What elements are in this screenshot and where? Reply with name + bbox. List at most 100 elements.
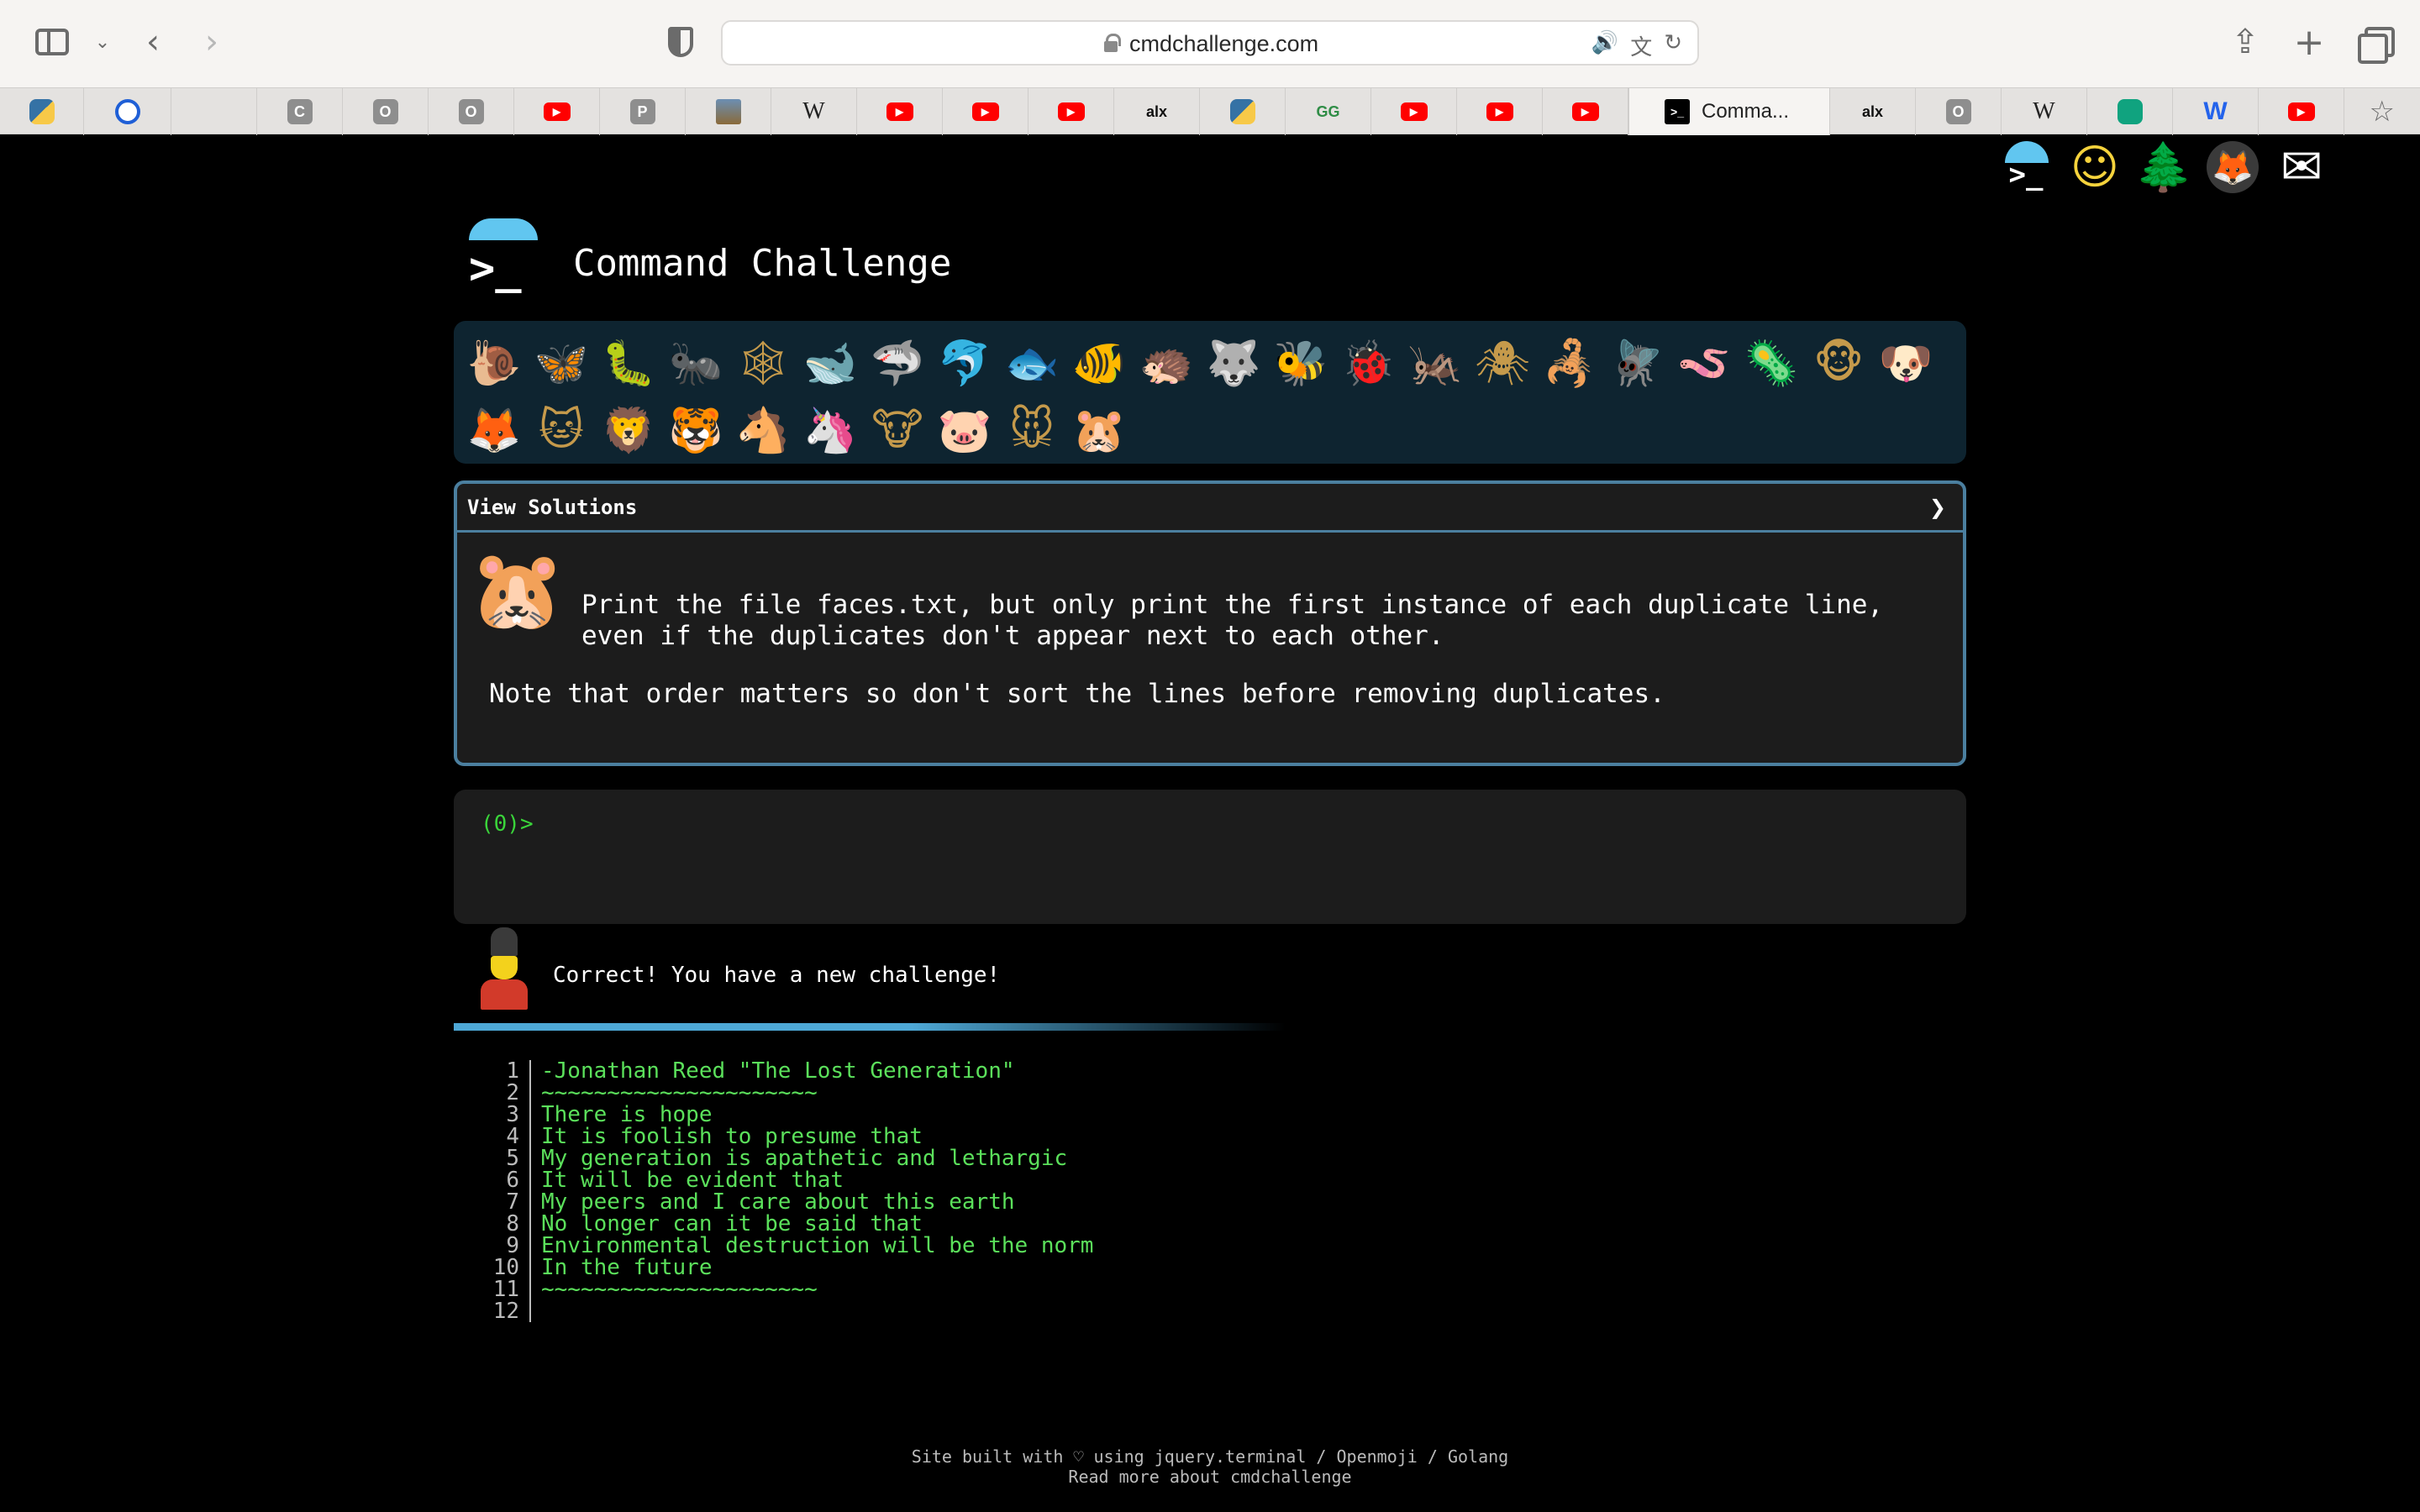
cricket-icon[interactable]: 🦗: [1402, 329, 1469, 396]
sidebar-toggle-icon[interactable]: [29, 18, 76, 66]
logo-icon[interactable]: >_: [464, 218, 538, 294]
stackoverflow-icon: [202, 99, 227, 124]
line-number: 3: [484, 1104, 531, 1126]
tab-active[interactable]: >_ Comma...: [1628, 88, 1830, 135]
browser-tab[interactable]: alx: [1830, 88, 1916, 135]
browser-tab[interactable]: ▶: [514, 88, 600, 135]
butterfly-icon[interactable]: 🦋: [528, 329, 595, 396]
guard-icon: [471, 927, 538, 1011]
share-icon[interactable]: ⇪: [2222, 18, 2269, 66]
terminal-icon[interactable]: >_: [2000, 141, 2052, 193]
tiger-icon[interactable]: 🐯: [662, 396, 729, 464]
line-text: ~~~~~~~~~~~~~~~~~~~~~: [541, 1277, 818, 1302]
browser-tab[interactable]: O: [1916, 88, 2002, 135]
mail-icon[interactable]: ✉: [2275, 138, 2328, 197]
output-line: 1 -Jonathan Reed "The Lost Generation": [484, 1060, 1093, 1082]
browser-tab[interactable]: W: [771, 88, 857, 135]
browser-tab[interactable]: [171, 88, 257, 135]
wikipedia-icon: W: [802, 98, 825, 124]
tropical-fish-icon[interactable]: 🐠: [1065, 329, 1133, 396]
unicorn-icon[interactable]: 🦄: [797, 396, 864, 464]
browser-tab[interactable]: W: [2173, 88, 2259, 135]
hamster-icon: 🐹: [469, 545, 566, 635]
bee-icon[interactable]: 🐝: [1267, 329, 1334, 396]
tree-icon[interactable]: 🌲: [2134, 140, 2193, 195]
address-bar[interactable]: cmdchallenge.com 🔊 文 ↻: [721, 20, 1699, 66]
browser-tab[interactable]: [84, 88, 171, 135]
microbe-icon[interactable]: 🦠: [1738, 329, 1805, 396]
mouse-icon[interactable]: 🐭: [998, 396, 1065, 464]
forward-icon[interactable]: ›: [188, 18, 235, 66]
python-icon: [1229, 99, 1255, 124]
scorpion-icon[interactable]: 🦂: [1536, 329, 1603, 396]
shark-icon[interactable]: 🦈: [864, 329, 931, 396]
browser-tab[interactable]: ▶: [1028, 88, 1114, 135]
hedgehog-icon[interactable]: 🦔: [1133, 329, 1200, 396]
line-text: There is hope: [541, 1102, 713, 1127]
browser-tab[interactable]: GG: [1286, 88, 1371, 135]
view-solutions-toggle[interactable]: View Solutions ❯: [457, 484, 1963, 533]
horse-icon[interactable]: 🐴: [729, 396, 797, 464]
line-text: No longer can it be said that: [541, 1211, 923, 1236]
browser-tab[interactable]: [0, 88, 84, 135]
snail-icon[interactable]: 🐌: [460, 329, 528, 396]
translate-icon[interactable]: 文: [1630, 30, 1652, 61]
line-number: 4: [484, 1126, 531, 1147]
output-line: 2 ~~~~~~~~~~~~~~~~~~~~~: [484, 1082, 1093, 1104]
spider-web-icon[interactable]: 🕸: [729, 329, 797, 396]
browser-tab[interactable]: P: [600, 88, 686, 135]
c-icon: C: [287, 99, 313, 124]
output-line: 3 There is hope: [484, 1104, 1093, 1126]
fox-icon[interactable]: 🦊: [460, 396, 528, 464]
browser-tab[interactable]: ▶: [1457, 88, 1543, 135]
wolf-icon[interactable]: 🐺: [1200, 329, 1267, 396]
line-number: 6: [484, 1169, 531, 1191]
ant-icon[interactable]: 🐜: [662, 329, 729, 396]
browser-tab[interactable]: C: [257, 88, 343, 135]
new-tab-icon[interactable]: +: [2286, 18, 2333, 66]
privacy-shield-icon[interactable]: [657, 18, 704, 66]
tab-overview-icon[interactable]: [2349, 18, 2396, 66]
reload-icon[interactable]: ↻: [1664, 30, 1682, 61]
youtube-icon: ▶: [2287, 102, 2315, 121]
back-icon[interactable]: ‹: [129, 18, 176, 66]
dog-icon[interactable]: 🐶: [1872, 329, 1939, 396]
face-hand-icon[interactable]: ☺: [2069, 140, 2121, 195]
browser-tab[interactable]: ▶: [1543, 88, 1628, 135]
terminal-input[interactable]: (0)>: [454, 790, 1966, 924]
speaker-icon[interactable]: 🔊: [1591, 30, 1618, 61]
lion-icon[interactable]: 🦁: [595, 396, 662, 464]
output-line: 7 My peers and I care about this earth: [484, 1191, 1093, 1213]
monkey-icon[interactable]: 🐵: [1805, 329, 1872, 396]
fly-icon[interactable]: 🪰: [1603, 329, 1670, 396]
bug-icon[interactable]: 🐛: [595, 329, 662, 396]
chevron-down-icon[interactable]: ⌄: [79, 18, 126, 66]
hamster-icon[interactable]: 🐹: [1065, 396, 1133, 464]
read-more-link[interactable]: Read more about cmdchallenge: [1068, 1467, 1351, 1487]
spider-icon[interactable]: 🕷: [1469, 329, 1536, 396]
browser-tab[interactable]: W: [2002, 88, 2087, 135]
browser-tab[interactable]: ▶: [1371, 88, 1457, 135]
cow-icon[interactable]: 🐮: [864, 396, 931, 464]
browser-tab[interactable]: O: [343, 88, 429, 135]
worm-icon[interactable]: 🪱: [1670, 329, 1738, 396]
url-text[interactable]: cmdchallenge.com: [1129, 31, 1318, 57]
browser-tab[interactable]: [2087, 88, 2173, 135]
ladybug-icon[interactable]: 🐞: [1334, 329, 1402, 396]
dolphin-icon[interactable]: 🐬: [931, 329, 998, 396]
browser-tab[interactable]: O: [429, 88, 514, 135]
chevron-right-icon[interactable]: ❯: [1929, 496, 1946, 519]
browser-tab[interactable]: alx: [1114, 88, 1200, 135]
fish-icon[interactable]: 🐟: [998, 329, 1065, 396]
whale-icon[interactable]: 🐋: [797, 329, 864, 396]
browser-tab[interactable]: [686, 88, 771, 135]
browser-tab[interactable]: ▶: [943, 88, 1028, 135]
cat-icon[interactable]: 🐱: [528, 396, 595, 464]
pig-icon[interactable]: 🐷: [931, 396, 998, 464]
gitlab-icon[interactable]: 🦊: [2207, 141, 2259, 193]
browser-tab[interactable]: ▶: [2259, 88, 2344, 135]
star-icon[interactable]: ☆: [2370, 95, 2395, 129]
browser-tab[interactable]: ▶: [857, 88, 943, 135]
youtube-icon: ▶: [1400, 102, 1428, 121]
browser-tab[interactable]: [1200, 88, 1286, 135]
